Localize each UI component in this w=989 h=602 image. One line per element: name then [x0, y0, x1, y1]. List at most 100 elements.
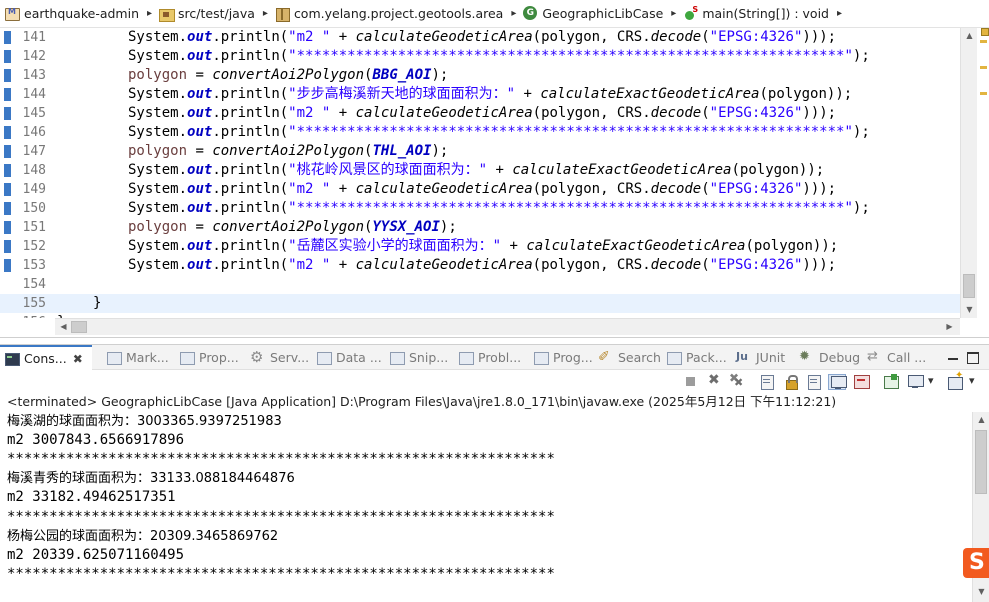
- view-tab-servers[interactable]: Serv...: [250, 345, 309, 370]
- ruler-warning-mark[interactable]: [980, 66, 987, 69]
- code-line[interactable]: 147 polygon = convertAoi2Polygon(THL_AOI)…: [0, 142, 960, 161]
- editor-vertical-scroll-thumb[interactable]: [963, 274, 975, 298]
- code-line[interactable]: 153 System.out.println("m2 " + calculateG…: [0, 256, 960, 275]
- code-text[interactable]: System.out.println("********************…: [128, 47, 870, 66]
- open-console-button[interactable]: [946, 370, 964, 390]
- breadcrumb-separator-icon[interactable]: ▸: [511, 8, 516, 19]
- terminate-button[interactable]: [682, 374, 700, 390]
- view-tab-progress[interactable]: Prog...: [533, 345, 593, 370]
- scroll-left-arrow-icon[interactable]: ◀: [55, 319, 72, 335]
- word-wrap-button[interactable]: [805, 374, 823, 390]
- console-output-line[interactable]: m2 3007843.6566917896: [7, 431, 184, 450]
- maximize-view-button[interactable]: [964, 349, 980, 365]
- breadcrumb-separator-icon[interactable]: ▸: [837, 8, 842, 19]
- code-text[interactable]: polygon = convertAoi2Polygon(YYSX_AOI);: [128, 218, 457, 237]
- code-text[interactable]: System.out.println("********************…: [128, 123, 870, 142]
- code-line[interactable]: 142 System.out.println("*****************…: [0, 47, 960, 66]
- scroll-down-arrow-icon[interactable]: ▼: [973, 584, 989, 600]
- remove-all-terminated-button[interactable]: [728, 371, 746, 390]
- view-tab-search[interactable]: Search: [598, 345, 661, 370]
- console-output-line[interactable]: ****************************************…: [7, 450, 555, 469]
- view-tab-junit[interactable]: JUnit: [736, 345, 785, 370]
- view-tab-problems[interactable]: Probl...: [458, 345, 521, 370]
- breadcrumb-item[interactable]: src/test/java: [158, 6, 255, 22]
- console-output-line[interactable]: m2 20339.625071160495: [7, 546, 184, 565]
- code-text[interactable]: System.out.println("********************…: [128, 199, 870, 218]
- scroll-down-arrow-icon[interactable]: ▼: [961, 302, 978, 318]
- editor-vertical-scrollbar[interactable]: ▲ ▼: [960, 28, 977, 318]
- code-editor[interactable]: 141 System.out.println("m2 " + calculateG…: [0, 28, 989, 338]
- display-selected-console-button[interactable]: [906, 374, 924, 390]
- view-tab-label: Call ...: [887, 350, 927, 365]
- scroll-right-arrow-icon[interactable]: ▶: [941, 319, 958, 335]
- code-line[interactable]: 152 System.out.println("岳麓区实验小学的球面面积为：" +…: [0, 237, 960, 256]
- code-line[interactable]: 150 System.out.println("*****************…: [0, 199, 960, 218]
- code-text[interactable]: }: [93, 294, 101, 313]
- scroll-up-arrow-icon[interactable]: ▲: [961, 28, 978, 44]
- console-process-label: <terminated> GeographicLibCase [Java App…: [7, 394, 837, 409]
- code-line[interactable]: 149 System.out.println("m2 " + calculateG…: [0, 180, 960, 199]
- code-text[interactable]: System.out.println("岳麓区实验小学的球面面积为：" + ca…: [128, 237, 838, 256]
- code-text[interactable]: System.out.println("桃花岭风景区的球面面积为：" + cal…: [128, 161, 824, 180]
- show-console-on-output-button[interactable]: [828, 374, 847, 390]
- code-line[interactable]: 151 polygon = convertAoi2Polygon(YYSX_AOI…: [0, 218, 960, 237]
- breadcrumb-item[interactable]: main(String[]) : void: [682, 5, 829, 22]
- console-output-line[interactable]: 杨梅公园的球面面积为：20309.3465869762: [7, 527, 278, 546]
- console-output[interactable]: 梅溪湖的球面面积为：3003365.9397251983 m2 3007843.6…: [0, 412, 972, 602]
- breadcrumb-item[interactable]: GeographicLibCase: [522, 5, 663, 22]
- scroll-lock-button[interactable]: [782, 374, 800, 390]
- class-icon: [522, 5, 538, 22]
- overview-ruler[interactable]: [978, 28, 989, 318]
- pin-console-button[interactable]: [882, 374, 900, 390]
- breadcrumb-separator-icon[interactable]: ▸: [671, 8, 676, 19]
- open-console-dropdown-icon[interactable]: [965, 374, 983, 390]
- code-line[interactable]: 148 System.out.println("桃花岭风景区的球面面积为：" + …: [0, 161, 960, 180]
- scroll-up-arrow-icon[interactable]: ▲: [973, 412, 989, 428]
- minimize-view-button[interactable]: [945, 349, 961, 365]
- console-output-line[interactable]: ****************************************…: [7, 565, 555, 584]
- code-line[interactable]: 141 System.out.println("m2 " + calculateG…: [0, 28, 960, 47]
- view-tab-package-explorer[interactable]: Pack...: [666, 345, 727, 370]
- code-line[interactable]: 146 System.out.println("*****************…: [0, 123, 960, 142]
- code-line[interactable]: 145 System.out.println("m2 " + calculateG…: [0, 104, 960, 123]
- console-output-line[interactable]: 梅溪湖的球面面积为：3003365.9397251983: [7, 412, 282, 431]
- breadcrumb-separator-icon[interactable]: ▸: [147, 8, 152, 19]
- code-line[interactable]: 143 polygon = convertAoi2Polygon(BBG_AOI)…: [0, 66, 960, 85]
- console-vertical-scroll-thumb[interactable]: [975, 430, 987, 494]
- code-text[interactable]: System.out.println("m2 " + calculateGeod…: [128, 104, 836, 123]
- show-console-on-error-button[interactable]: [852, 374, 870, 390]
- console-output-line[interactable]: ****************************************…: [7, 508, 555, 527]
- clear-console-button[interactable]: [758, 374, 776, 390]
- breadcrumb-separator-icon[interactable]: ▸: [263, 8, 268, 19]
- breadcrumb-item[interactable]: earthquake-admin: [4, 6, 139, 22]
- code-line[interactable]: 144 System.out.println("步步高梅溪新天地的球面面积为：" …: [0, 85, 960, 104]
- code-text[interactable]: System.out.println("步步高梅溪新天地的球面面积为：" + c…: [128, 85, 852, 104]
- code-line[interactable]: 155}: [0, 294, 960, 313]
- close-tab-icon[interactable]: ✖: [73, 352, 83, 366]
- view-tab-markers[interactable]: Mark...: [106, 345, 169, 370]
- console-output-line[interactable]: m2 33182.49462517351: [7, 488, 176, 507]
- breadcrumb-item[interactable]: com.yelang.project.geotools.area: [274, 6, 503, 22]
- editor-horizontal-scrollbar[interactable]: ◀ ▶: [55, 318, 960, 335]
- code-text[interactable]: System.out.println("m2 " + calculateGeod…: [128, 180, 836, 199]
- view-tab-data-source[interactable]: Data ...: [316, 345, 382, 370]
- code-text[interactable]: polygon = convertAoi2Polygon(THL_AOI);: [128, 142, 448, 161]
- ruler-warning-mark[interactable]: [980, 92, 987, 95]
- code-line[interactable]: 154: [0, 275, 960, 294]
- code-text[interactable]: polygon = convertAoi2Polygon(BBG_AOI);: [128, 66, 448, 85]
- view-tab-call-hierarchy[interactable]: Call ...: [867, 345, 926, 370]
- code-text[interactable]: System.out.println("m2 " + calculateGeod…: [128, 28, 836, 47]
- display-console-dropdown-icon[interactable]: [924, 374, 942, 390]
- view-tab-properties[interactable]: Prop...: [179, 345, 239, 370]
- sogou-s-logo-icon[interactable]: [963, 548, 989, 578]
- remove-launch-button[interactable]: [706, 372, 724, 390]
- view-tab-snippets[interactable]: Snip...: [389, 345, 448, 370]
- view-tab-console[interactable]: Cons... ✖: [0, 345, 92, 370]
- code-lines[interactable]: 141 System.out.println("m2 " + calculateG…: [0, 28, 960, 318]
- view-tab-debug[interactable]: Debug: [799, 345, 860, 370]
- ruler-warning-mark[interactable]: [980, 40, 987, 43]
- console-output-line[interactable]: 梅溪青秀的球面面积为：33133.088184464876: [7, 469, 295, 488]
- code-text[interactable]: System.out.println("m2 " + calculateGeod…: [128, 256, 836, 275]
- editor-horizontal-scroll-thumb[interactable]: [71, 321, 87, 333]
- warning-summary-icon[interactable]: [981, 28, 989, 36]
